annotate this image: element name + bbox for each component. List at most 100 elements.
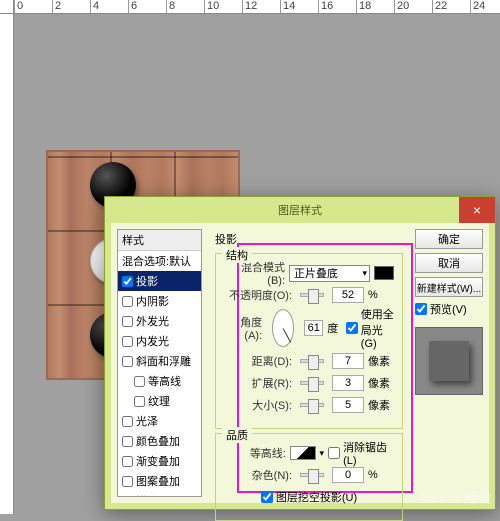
style-item-label: 光泽 bbox=[136, 413, 158, 429]
style-list-header: 样式 bbox=[118, 230, 201, 251]
shadow-color-swatch[interactable] bbox=[374, 266, 394, 280]
style-list-item[interactable]: 投影 bbox=[118, 271, 201, 291]
ruler-tick: 16 bbox=[318, 0, 356, 13]
style-list-item[interactable]: 光泽 bbox=[118, 411, 201, 431]
size-input[interactable]: 5 bbox=[332, 397, 364, 413]
distance-slider[interactable] bbox=[300, 359, 324, 363]
ruler-tick: 4 bbox=[90, 0, 128, 13]
ruler-tick: 14 bbox=[280, 0, 318, 13]
ruler-horizontal: 024681012141618202224 bbox=[14, 0, 500, 14]
ruler-tick: 10 bbox=[204, 0, 242, 13]
style-item-label: 描边 bbox=[136, 493, 158, 497]
blend-mode-select[interactable]: 正片叠底 bbox=[289, 265, 370, 282]
style-checkbox[interactable] bbox=[122, 276, 133, 287]
style-list-item[interactable]: 渐变叠加 bbox=[118, 451, 201, 471]
style-checkbox[interactable] bbox=[134, 396, 145, 407]
ruler-tick: 6 bbox=[128, 0, 166, 13]
quality-group: 品质 等高线: ▾ 消除锯齿(L) 杂色(N): 0 % 图层挖空投影(U) bbox=[215, 433, 403, 521]
ok-button[interactable]: 确定 bbox=[415, 229, 483, 249]
style-checkbox[interactable] bbox=[122, 296, 133, 307]
style-list-item[interactable]: 描边 bbox=[118, 491, 201, 497]
style-checkbox[interactable] bbox=[122, 476, 133, 487]
style-list-item[interactable]: 内阴影 bbox=[118, 291, 201, 311]
distance-label: 距离(D): bbox=[224, 353, 292, 369]
ruler-tick: 22 bbox=[432, 0, 470, 13]
style-list-item[interactable]: 图案叠加 bbox=[118, 471, 201, 491]
contour-label: 等高线: bbox=[224, 445, 286, 461]
unit-pct: % bbox=[368, 469, 394, 481]
ruler-tick: 8 bbox=[166, 0, 204, 13]
knockout-checkbox[interactable]: 图层挖空投影(U) bbox=[261, 489, 357, 505]
dialog-body: 样式 混合选项:默认投影内阴影外发光内发光斜面和浮雕等高线纹理光泽颜色叠加渐变叠… bbox=[111, 223, 489, 503]
style-checkbox[interactable] bbox=[122, 336, 133, 347]
dialog-titlebar[interactable]: 图层样式 × bbox=[105, 197, 495, 223]
blend-mode-label: 混合模式(B): bbox=[224, 259, 285, 287]
contour-picker[interactable] bbox=[290, 446, 316, 460]
ruler-tick: 0 bbox=[14, 0, 52, 13]
style-checkbox[interactable] bbox=[122, 436, 133, 447]
style-checkbox[interactable] bbox=[122, 456, 133, 467]
group-legend: 品质 bbox=[222, 427, 252, 443]
antialias-checkbox[interactable]: 消除锯齿(L) bbox=[328, 439, 394, 467]
unit-px: 像素 bbox=[368, 397, 394, 413]
dialog-title: 图层样式 bbox=[278, 202, 322, 218]
style-item-label: 斜面和浮雕 bbox=[136, 353, 191, 369]
ruler-vertical bbox=[0, 14, 14, 514]
style-item-label: 颜色叠加 bbox=[136, 433, 180, 449]
preview-swatch bbox=[429, 341, 469, 381]
style-item-label: 混合选项:默认 bbox=[122, 253, 191, 269]
new-style-button[interactable]: 新建样式(W)... bbox=[415, 277, 483, 297]
style-list: 样式 混合选项:默认投影内阴影外发光内发光斜面和浮雕等高线纹理光泽颜色叠加渐变叠… bbox=[117, 229, 202, 497]
unit-deg: 度 bbox=[327, 320, 342, 336]
ruler-tick: 2 bbox=[52, 0, 90, 13]
structure-group: 结构 混合模式(B): 正片叠底 不透明度(O): 52 % 角度(A): 61… bbox=[215, 253, 403, 429]
style-item-label: 内阴影 bbox=[136, 293, 169, 309]
style-list-item[interactable]: 等高线 bbox=[118, 371, 201, 391]
style-checkbox[interactable] bbox=[122, 496, 133, 498]
style-list-item[interactable]: 颜色叠加 bbox=[118, 431, 201, 451]
unit-pct: 像素 bbox=[368, 375, 394, 391]
style-item-label: 渐变叠加 bbox=[136, 453, 180, 469]
style-list-item[interactable]: 内发光 bbox=[118, 331, 201, 351]
cancel-button[interactable]: 取消 bbox=[415, 253, 483, 273]
ruler-corner bbox=[0, 0, 14, 14]
angle-label: 角度(A): bbox=[224, 314, 262, 342]
style-item-label: 图案叠加 bbox=[136, 473, 180, 489]
ruler-tick: 20 bbox=[394, 0, 432, 13]
close-button[interactable]: × bbox=[459, 197, 495, 223]
size-label: 大小(S): bbox=[224, 397, 292, 413]
preview-box bbox=[415, 327, 483, 395]
style-item-label: 纹理 bbox=[148, 393, 170, 409]
style-checkbox[interactable] bbox=[122, 356, 133, 367]
style-list-item[interactable]: 斜面和浮雕 bbox=[118, 351, 201, 371]
opacity-input[interactable]: 52 bbox=[332, 287, 364, 303]
style-item-label: 投影 bbox=[136, 273, 158, 289]
style-checkbox[interactable] bbox=[134, 376, 145, 387]
style-item-label: 外发光 bbox=[136, 313, 169, 329]
group-legend: 结构 bbox=[222, 247, 252, 263]
size-slider[interactable] bbox=[300, 403, 324, 407]
style-item-label: 内发光 bbox=[136, 333, 169, 349]
style-list-item[interactable]: 纹理 bbox=[118, 391, 201, 411]
spread-slider[interactable] bbox=[300, 381, 324, 385]
style-checkbox[interactable] bbox=[122, 316, 133, 327]
style-list-item[interactable]: 外发光 bbox=[118, 311, 201, 331]
preview-checkbox[interactable]: 预览(V) bbox=[415, 301, 483, 317]
opacity-label: 不透明度(O): bbox=[224, 287, 292, 303]
ruler-tick: 24 bbox=[470, 0, 500, 13]
unit-px: 像素 bbox=[368, 353, 394, 369]
watermark: Baidu 经验 bbox=[421, 488, 492, 508]
layer-style-dialog: 图层样式 × 样式 混合选项:默认投影内阴影外发光内发光斜面和浮雕等高线纹理光泽… bbox=[104, 196, 496, 510]
noise-input[interactable]: 0 bbox=[332, 467, 364, 483]
style-list-item[interactable]: 混合选项:默认 bbox=[118, 251, 201, 271]
spread-input[interactable]: 3 bbox=[332, 375, 364, 391]
angle-input[interactable]: 61 bbox=[304, 320, 323, 336]
settings-pane: 投影 结构 混合模式(B): 正片叠底 不透明度(O): 52 % 角度(A): bbox=[209, 229, 409, 497]
angle-dial[interactable] bbox=[272, 309, 294, 347]
ruler-tick: 12 bbox=[242, 0, 280, 13]
global-light-checkbox[interactable]: 使用全局光(G) bbox=[346, 306, 394, 350]
opacity-slider[interactable] bbox=[300, 293, 324, 297]
style-checkbox[interactable] bbox=[122, 416, 133, 427]
noise-slider[interactable] bbox=[300, 473, 324, 477]
distance-input[interactable]: 7 bbox=[332, 353, 364, 369]
